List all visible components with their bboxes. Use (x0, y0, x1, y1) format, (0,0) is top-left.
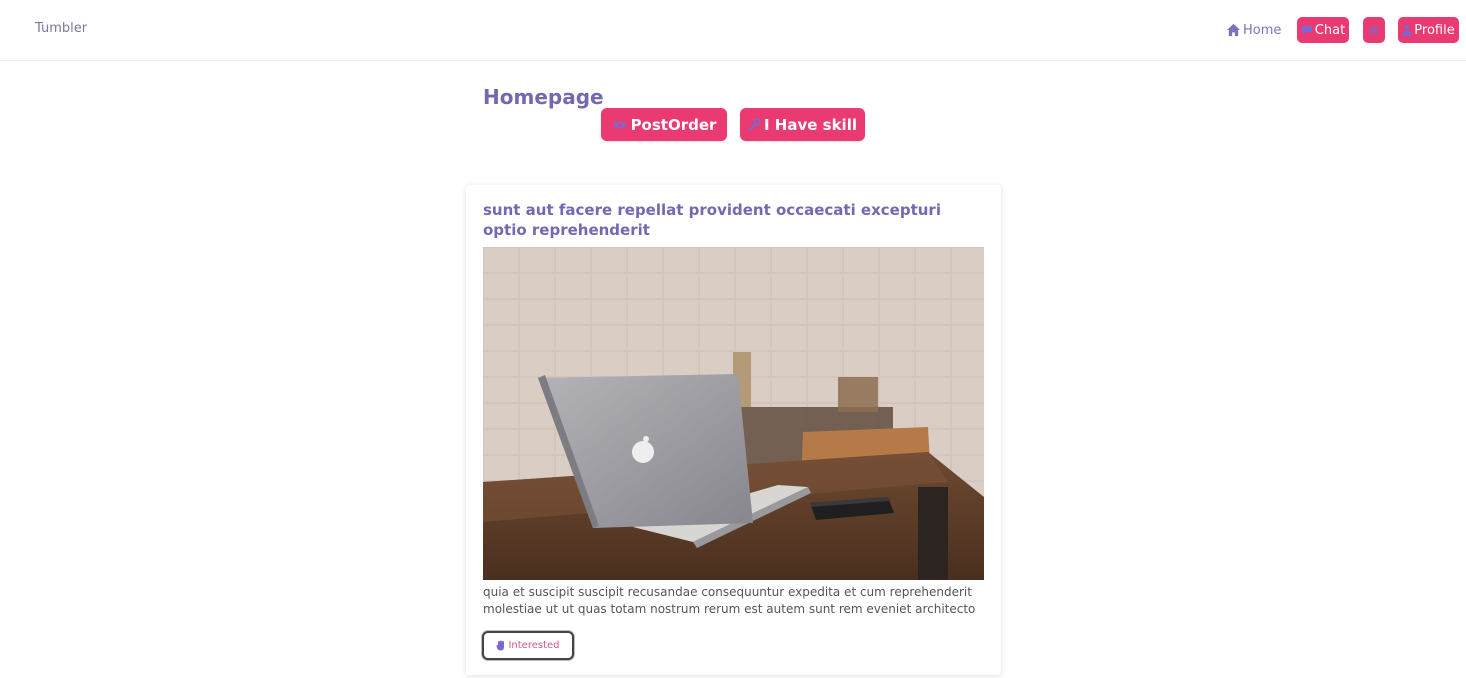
brand-logo[interactable]: Tumbler (35, 21, 87, 36)
skill-label: I Have skill (764, 115, 857, 134)
settings-button[interactable] (1363, 17, 1385, 43)
i-have-skill-button[interactable]: I Have skill (740, 108, 865, 141)
eye-icon (612, 120, 628, 130)
gear-icon (1369, 25, 1380, 36)
user-icon (1402, 24, 1412, 36)
post-order-label: PostOrder (630, 115, 717, 134)
chat-icon (1301, 25, 1313, 36)
post-title: sunt aut facere repellat provident occae… (483, 201, 941, 239)
navbar: Tumbler Home Chat Profile (0, 0, 1466, 61)
post-order-button[interactable]: PostOrder (601, 108, 727, 141)
profile-button-label: Profile (1414, 22, 1455, 38)
interested-button[interactable]: Interested (482, 631, 574, 660)
post-card: sunt aut facere repellat provident occae… (466, 185, 1001, 675)
chat-button-label: Chat (1314, 22, 1346, 38)
post-body: quia et suscipit suscipit recusandae con… (483, 585, 976, 616)
nav-home-link[interactable]: Home (1226, 20, 1281, 40)
hand-icon (496, 640, 506, 651)
profile-button[interactable]: Profile (1398, 17, 1459, 43)
post-image (483, 247, 984, 580)
page-title: Homepage (483, 85, 604, 109)
home-icon (1226, 23, 1241, 37)
interested-label: Interested (508, 640, 560, 651)
chat-button[interactable]: Chat (1297, 17, 1349, 43)
wrench-icon (748, 118, 761, 131)
nav-home-label: Home (1243, 22, 1282, 38)
